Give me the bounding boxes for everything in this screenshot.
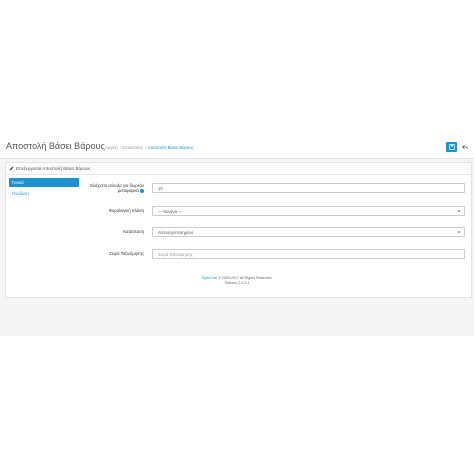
- app-window: Αποστολή Βάσει Βάρους Αρχική ›Επεκτάσεις ›…: [0, 136, 474, 336]
- tax-class-select[interactable]: --- Κανένα ---: [152, 206, 465, 216]
- page-title: Αποστολή Βάσει Βάρους: [6, 141, 105, 151]
- tax-class-label: Φορολογική Κλάση: [108, 208, 144, 213]
- footer: OpenCart © 2009-2017 All Rights Reserved…: [0, 276, 474, 286]
- tab-geozone[interactable]: Γεωζώνη: [9, 189, 79, 198]
- footer-version: Έκδοση 2.0.3.1: [224, 281, 250, 285]
- panel-title: Επεξεργασία Αποστολή Βάσει Βάρους: [16, 166, 91, 171]
- chevron-down-icon: [457, 210, 461, 213]
- save-button[interactable]: [446, 142, 457, 152]
- save-icon: [448, 144, 455, 150]
- form-row-status: Κατάσταση Απενεργοποιημένο: [84, 227, 466, 239]
- breadcrumb-extensions[interactable]: Επεκτάσεις: [122, 145, 143, 150]
- breadcrumb: Αρχική ›Επεκτάσεις ›Αποστολή Βάσει Βάρους: [105, 145, 194, 150]
- reply-icon: [462, 144, 468, 150]
- pencil-icon: [9, 166, 14, 171]
- status-select[interactable]: Απενεργοποιημένο: [152, 227, 465, 237]
- rates-label: Ελάχιστο σύνολο για δωρεάν μεταφορικά: [90, 183, 144, 193]
- tab-general[interactable]: Γενικά: [9, 178, 79, 187]
- panel-heading: Επεξεργασία Αποστολή Βάσει Βάρους: [6, 163, 471, 175]
- breadcrumb-current[interactable]: Αποστολή Βάσει Βάρους: [148, 145, 194, 150]
- breadcrumb-home[interactable]: Αρχική: [105, 145, 118, 150]
- page-header: Αποστολή Βάσει Βάρους Αρχική ›Επεκτάσεις ›…: [0, 136, 474, 159]
- help-icon[interactable]: [140, 188, 144, 193]
- footer-brand-link[interactable]: OpenCart: [202, 276, 218, 280]
- tab-list: Γενικά Γεωζώνη: [9, 178, 79, 198]
- footer-copyright: © 2009-2017 All Rights Reserved.: [217, 276, 273, 280]
- sort-order-input[interactable]: Σειρά Ταξινόμησης: [152, 249, 465, 259]
- status-label: Κατάσταση: [123, 229, 144, 234]
- form-row-tax-class: Φορολογική Κλάση --- Κανένα ---: [84, 206, 466, 218]
- sort-order-label: Σειρά Ταξινόμησης: [109, 251, 144, 256]
- rates-input[interactable]: 10: [152, 183, 465, 193]
- chevron-down-icon: [457, 231, 461, 234]
- back-button[interactable]: [460, 142, 470, 152]
- form-row-sort-order: Σειρά Ταξινόμησης Σειρά Ταξινόμησης: [84, 249, 466, 261]
- form-row-rates: Ελάχιστο σύνολο για δωρεάν μεταφορικά 10: [84, 183, 466, 195]
